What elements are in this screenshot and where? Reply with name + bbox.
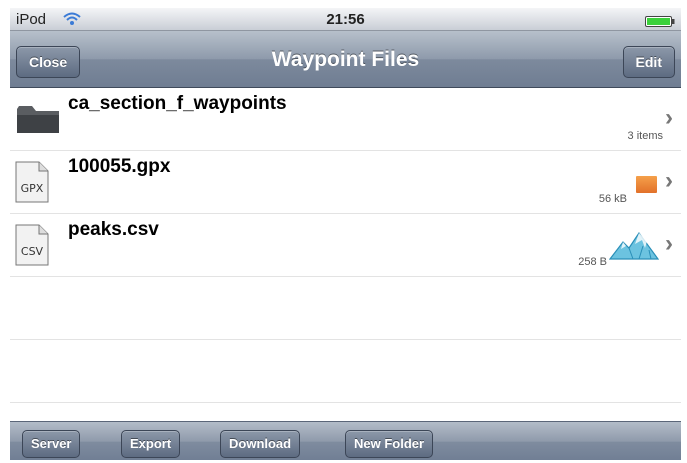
download-button[interactable]: Download (220, 430, 301, 458)
empty-row (10, 277, 681, 340)
page-title: Waypoint Files (271, 48, 420, 71)
new-folder-button[interactable]: New Folder (345, 430, 434, 458)
svg-text:GPX: GPX (21, 182, 44, 195)
status-time: 21:56 (326, 11, 365, 28)
bottom-toolbar: Server Export Download New Folder (10, 421, 681, 460)
svg-text:CSV: CSV (21, 245, 44, 258)
status-bar: iPod 21:56 (10, 8, 681, 31)
chevron-right-icon: › (665, 104, 673, 131)
csv-file-icon: CSV (15, 224, 49, 271)
mountain-icon (608, 230, 660, 265)
file-name: 100055.gpx (68, 156, 171, 177)
export-button[interactable]: Export (121, 430, 181, 458)
empty-row (10, 340, 681, 403)
gpx-file-icon: GPX (15, 161, 49, 208)
ios-screen: iPod 21:56 Close Waypoint Files Edit ca_… (10, 8, 681, 460)
list-item-file[interactable]: GPX 100055.gpx 56 kB › (10, 151, 681, 214)
folder-icon (16, 104, 60, 139)
chevron-right-icon: › (665, 230, 673, 257)
file-size: 56 kB (598, 193, 627, 205)
file-size: 258 B (578, 256, 607, 268)
navigation-bar: Close Waypoint Files Edit (10, 31, 681, 88)
server-button[interactable]: Server (22, 430, 81, 458)
edit-button[interactable]: Edit (622, 46, 675, 78)
file-detail: 3 items (627, 130, 663, 142)
chevron-right-icon: › (665, 167, 673, 194)
orange-square-icon (636, 176, 657, 193)
file-name: ca_section_f_waypoints (68, 93, 287, 114)
list-item-file[interactable]: CSV peaks.csv 258 B › (10, 214, 681, 277)
list-item-folder[interactable]: ca_section_f_waypoints 3 items › (10, 88, 681, 151)
file-name: peaks.csv (68, 219, 159, 240)
battery-icon (645, 14, 675, 27)
file-list: ca_section_f_waypoints 3 items › GPX 100… (10, 88, 681, 421)
